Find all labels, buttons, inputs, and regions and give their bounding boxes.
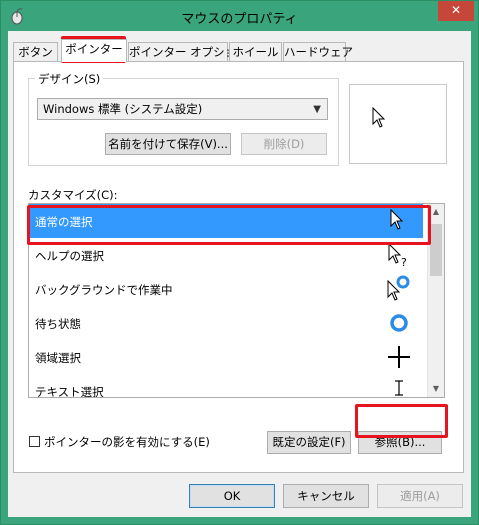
ok-button[interactable]: OK [189,484,275,508]
scroll-thumb[interactable] [430,224,442,276]
list-item-label: 通常の選択 [35,215,93,229]
scheme-dropdown[interactable]: Windows 標準 (システム設定) ▼ [37,98,328,120]
text-select-cursor-icon [395,380,403,396]
chevron-down-icon: ▼ [313,104,321,115]
use-default-button[interactable]: 既定の設定(F) [267,431,351,454]
list-scrollbar[interactable]: ▲ ▼ [427,204,444,397]
list-item-help-select[interactable]: ヘルプの選択 ? [29,238,423,272]
list-item-label: バックグラウンドで作業中 [35,283,173,297]
tab-wheel[interactable]: ホイール [229,42,282,61]
tab-buttons[interactable]: ボタン [13,42,58,61]
list-item-label: テキスト選択 [35,385,104,398]
arrow-cursor-icon [390,208,404,230]
cursor-preview-box [349,84,447,164]
list-item-label: 領域選択 [35,351,81,365]
browse-button[interactable]: 参照(B)... [358,431,442,454]
close-button[interactable]: ✕ [438,1,474,21]
tab-pointers[interactable]: ポインター [61,39,127,62]
cancel-button[interactable]: キャンセル [283,484,369,508]
dialog-client-area: ボタン ポインター ポインター オプション ホイール ハードウェア デザイン(S… [8,31,471,517]
save-as-button[interactable]: 名前を付けて保存(V)... [105,133,231,155]
arrow-cursor-preview-icon [372,107,386,128]
list-item-text-select[interactable]: テキスト選択 [29,374,423,398]
list-item-precision-select[interactable]: 領域選択 [29,340,423,374]
pointer-shadow-checkbox[interactable] [29,436,40,447]
list-item-working-in-background[interactable]: バックグラウンドで作業中 [29,272,423,306]
pointer-shadow-label[interactable]: ポインターの影を有効にする(E) [44,434,210,450]
scroll-down-icon[interactable]: ▼ [428,381,444,397]
list-item-label: ヘルプの選択 [35,249,104,263]
mouse-properties-window: マウスのプロパティ ✕ ボタン ポインター ポインター オプション ホイール ハ… [0,0,479,525]
pointers-tab-panel: デザイン(S) Windows 標準 (システム設定) ▼ 名前を付けて保存(V… [13,61,464,473]
list-item-label: 待ち状態 [35,317,81,331]
precision-select-cursor-icon [388,346,410,368]
list-item-busy[interactable]: 待ち状態 [29,306,423,340]
apply-button[interactable]: 適用(A) [377,484,463,508]
list-item-normal-select[interactable]: 通常の選択 [29,204,423,238]
scheme-dropdown-value: Windows 標準 (システム設定) [43,102,203,116]
svg-text:?: ? [401,256,407,269]
window-title: マウスのプロパティ [181,12,298,27]
working-in-background-cursor-icon [387,275,410,301]
help-cursor-icon: ? [388,242,407,269]
delete-button[interactable]: 削除(D) [241,133,327,155]
cursor-list[interactable]: 通常の選択 ヘルプの選択 ? バックグラウンドで作業中 待ち状態 領域選択 テキ… [28,203,445,398]
tab-pointer-options[interactable]: ポインター オプション [128,42,248,61]
design-group-label: デザイン(S) [35,71,104,87]
customize-label: カスタマイズ(C): [28,188,118,202]
scroll-up-icon[interactable]: ▲ [428,204,444,220]
title-bar[interactable]: マウスのプロパティ ✕ [1,1,478,31]
tab-hardware[interactable]: ハードウェア [283,42,353,61]
busy-cursor-icon [390,314,408,332]
design-groupbox: デザイン(S) Windows 標準 (システム設定) ▼ 名前を付けて保存(V… [28,71,339,166]
